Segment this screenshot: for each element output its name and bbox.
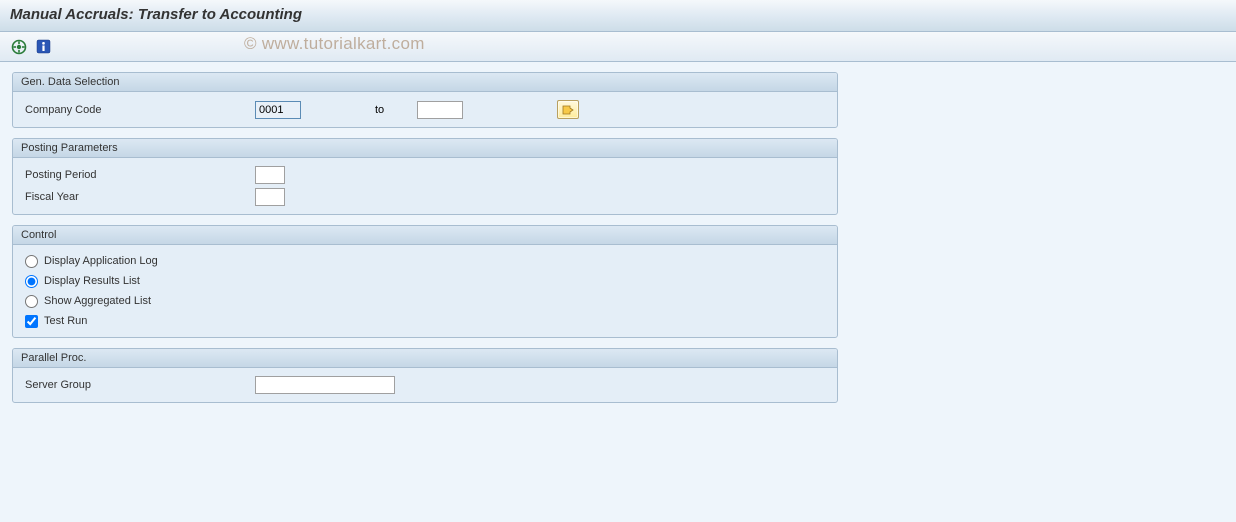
- show-aggregated-radio[interactable]: [25, 295, 38, 308]
- group-control: Control Display Application Log Display …: [12, 225, 838, 338]
- display-results-label[interactable]: Display Results List: [44, 275, 140, 287]
- company-code-label: Company Code: [23, 104, 255, 116]
- execute-icon[interactable]: [10, 38, 28, 56]
- company-code-from-input[interactable]: [255, 101, 301, 119]
- test-run-checkbox[interactable]: [25, 315, 38, 328]
- fiscal-year-label: Fiscal Year: [23, 191, 255, 203]
- display-results-radio[interactable]: [25, 275, 38, 288]
- content-area: Gen. Data Selection Company Code to Post…: [0, 62, 1236, 522]
- group-header-gen-data: Gen. Data Selection: [13, 73, 837, 92]
- group-parallel-proc: Parallel Proc. Server Group: [12, 348, 838, 403]
- group-header-posting: Posting Parameters: [13, 139, 837, 158]
- group-header-control: Control: [13, 226, 837, 245]
- page-title: Manual Accruals: Transfer to Accounting: [0, 0, 1236, 32]
- to-label: to: [367, 104, 417, 116]
- display-app-log-radio[interactable]: [25, 255, 38, 268]
- toolbar: © www.tutorialkart.com: [0, 32, 1236, 62]
- test-run-label[interactable]: Test Run: [44, 315, 87, 327]
- posting-period-input[interactable]: [255, 166, 285, 184]
- server-group-input[interactable]: [255, 376, 395, 394]
- display-app-log-label[interactable]: Display Application Log: [44, 255, 158, 267]
- info-icon[interactable]: [34, 38, 52, 56]
- group-posting-parameters: Posting Parameters Posting Period Fiscal…: [12, 138, 838, 215]
- multiple-selection-button[interactable]: [557, 100, 579, 119]
- fiscal-year-input[interactable]: [255, 188, 285, 206]
- watermark: © www.tutorialkart.com: [244, 34, 425, 54]
- posting-period-label: Posting Period: [23, 169, 255, 181]
- show-aggregated-label[interactable]: Show Aggregated List: [44, 295, 151, 307]
- group-header-parallel: Parallel Proc.: [13, 349, 837, 368]
- group-gen-data: Gen. Data Selection Company Code to: [12, 72, 838, 128]
- server-group-label: Server Group: [23, 379, 255, 391]
- company-code-to-input[interactable]: [417, 101, 463, 119]
